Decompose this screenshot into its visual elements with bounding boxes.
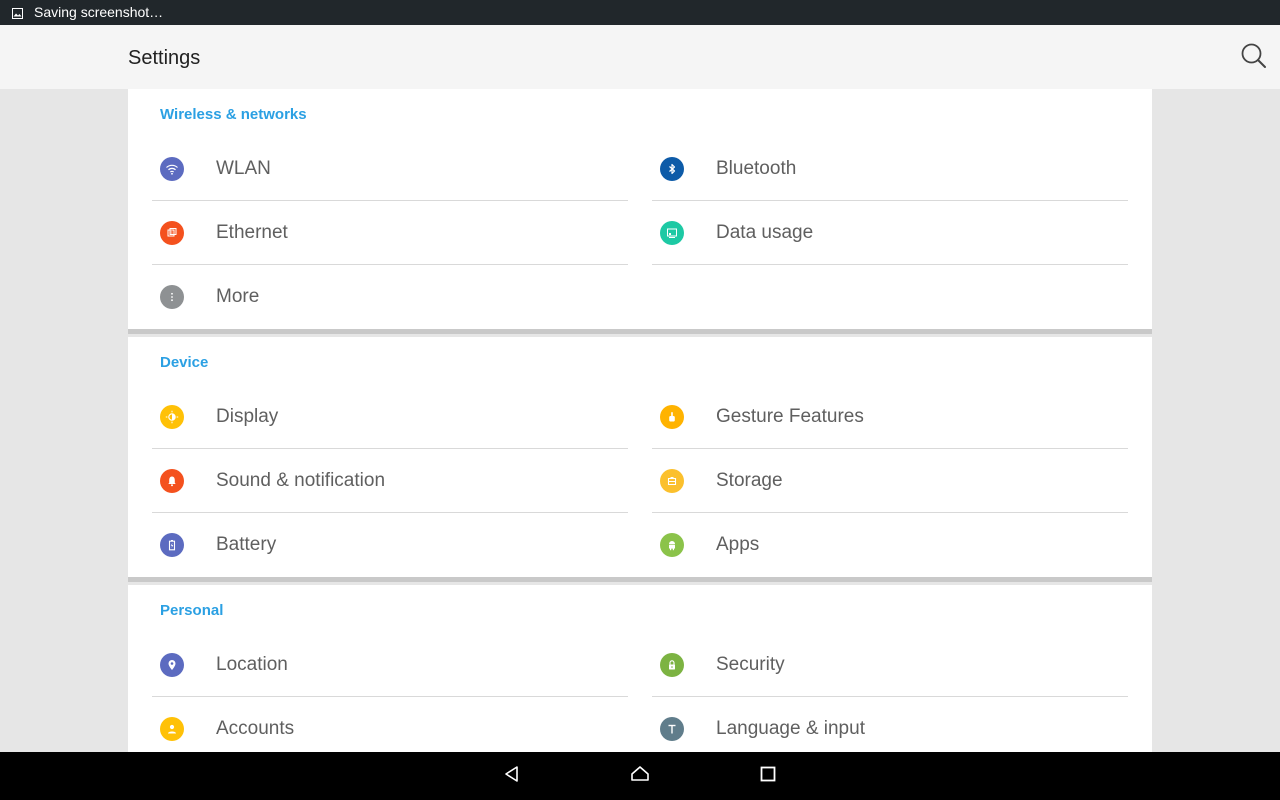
section-personal: Personal Location Security Accounts Lang… bbox=[128, 585, 1152, 752]
settings-item-label: Storage bbox=[716, 470, 783, 491]
settings-item-security[interactable]: Security bbox=[652, 633, 1128, 697]
storage-icon bbox=[660, 469, 684, 493]
section-wireless-networks: Wireless & networks WLAN Bluetooth Ether… bbox=[128, 89, 1152, 329]
settings-item-more[interactable]: More bbox=[152, 265, 628, 329]
section-header: Wireless & networks bbox=[160, 106, 307, 123]
account-icon bbox=[160, 717, 184, 741]
settings-item-bluetooth[interactable]: Bluetooth bbox=[652, 137, 1128, 201]
settings-item-label: Sound & notification bbox=[216, 470, 386, 491]
recents-icon bbox=[760, 766, 776, 787]
search-icon bbox=[1240, 42, 1268, 75]
lock-icon bbox=[660, 653, 684, 677]
section-divider bbox=[128, 329, 1152, 337]
settings-item-label: Gesture Features bbox=[716, 406, 864, 427]
settings-item-ethernet[interactable]: Ethernet bbox=[152, 201, 628, 265]
section-header: Device bbox=[160, 354, 209, 371]
back-icon bbox=[503, 765, 521, 788]
page-title: Settings bbox=[128, 47, 201, 69]
settings-item-battery[interactable]: Battery bbox=[152, 513, 628, 577]
settings-item-accounts[interactable]: Accounts bbox=[152, 697, 628, 752]
settings-item-apps[interactable]: Apps bbox=[652, 513, 1128, 577]
language-icon bbox=[660, 717, 684, 741]
settings-item-label: Battery bbox=[216, 534, 277, 555]
settings-item-label: Bluetooth bbox=[716, 158, 797, 179]
app-bar: Settings bbox=[0, 25, 1280, 89]
settings-item-label: Ethernet bbox=[216, 222, 288, 243]
image-icon bbox=[12, 6, 23, 19]
section-header: Personal bbox=[160, 602, 224, 619]
display-icon bbox=[160, 405, 184, 429]
ethernet-icon bbox=[160, 221, 184, 245]
settings-item-language-input[interactable]: Language & input bbox=[652, 697, 1128, 752]
settings-item-label: Data usage bbox=[716, 222, 814, 243]
settings-item-data-usage[interactable]: Data usage bbox=[652, 201, 1128, 265]
android-icon bbox=[660, 533, 684, 557]
settings-item-label: Security bbox=[716, 654, 785, 675]
wifi-icon bbox=[160, 157, 184, 181]
settings-item-label: Location bbox=[216, 654, 288, 675]
battery-icon bbox=[160, 533, 184, 557]
settings-item-label: More bbox=[216, 286, 260, 307]
status-notification-text: Saving screenshot… bbox=[34, 4, 164, 20]
search-button[interactable] bbox=[1236, 40, 1272, 76]
bluetooth-icon bbox=[660, 157, 684, 181]
settings-item-label: Apps bbox=[716, 534, 760, 555]
settings-item-label: Language & input bbox=[716, 718, 865, 739]
home-button[interactable] bbox=[624, 760, 656, 792]
status-bar: Saving screenshot… bbox=[0, 0, 1280, 25]
settings-item-gesture-features[interactable]: Gesture Features bbox=[652, 385, 1128, 449]
settings-item-label: Display bbox=[216, 406, 279, 427]
back-button[interactable] bbox=[496, 760, 528, 792]
location-icon bbox=[160, 653, 184, 677]
bell-icon bbox=[160, 469, 184, 493]
settings-item-location[interactable]: Location bbox=[152, 633, 628, 697]
data-usage-icon bbox=[660, 221, 684, 245]
settings-list[interactable]: Wireless & networks WLAN Bluetooth Ether… bbox=[0, 89, 1280, 752]
section-divider bbox=[128, 577, 1152, 585]
settings-item-wlan[interactable]: WLAN bbox=[152, 137, 628, 201]
gesture-icon bbox=[660, 405, 684, 429]
settings-item-label: WLAN bbox=[216, 158, 271, 179]
settings-item-storage[interactable]: Storage bbox=[652, 449, 1128, 513]
settings-item-label: Accounts bbox=[216, 718, 295, 739]
settings-item-sound-notification[interactable]: Sound & notification bbox=[152, 449, 628, 513]
settings-item-display[interactable]: Display bbox=[152, 385, 628, 449]
section-device: Device Display Gesture Features Sound & … bbox=[128, 337, 1152, 577]
home-icon bbox=[630, 765, 650, 788]
more-icon bbox=[160, 285, 184, 309]
recents-button[interactable] bbox=[752, 760, 784, 792]
navigation-bar bbox=[0, 752, 1280, 800]
